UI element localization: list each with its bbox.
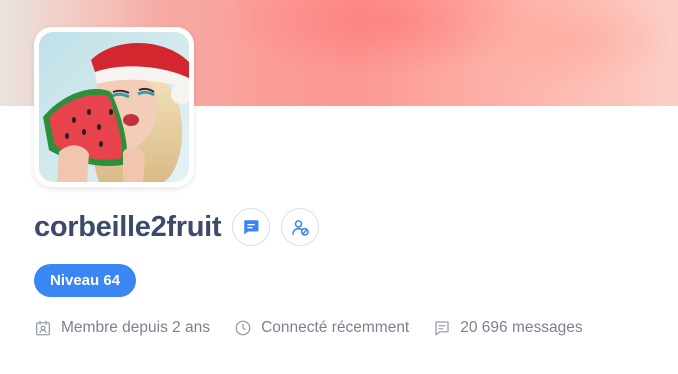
block-user-button[interactable]	[281, 208, 320, 246]
stat-messages: 20 696 messages	[433, 319, 583, 337]
profile-header: corbeille2fruit Niveau 64 Membre depuis …	[0, 0, 678, 374]
name-row: corbeille2fruit	[34, 205, 320, 249]
stat-member-since: Membre depuis 2 ans	[34, 319, 210, 337]
chat-bubble-icon	[244, 220, 259, 235]
level-badge: Niveau 64	[34, 264, 137, 297]
profile-stats: Membre depuis 2 ans Connecté récemment 2…	[34, 317, 583, 339]
message-icon	[435, 321, 449, 336]
clock-icon	[235, 320, 251, 336]
last-seen-text: Connecté récemment	[261, 319, 410, 336]
send-message-button[interactable]	[232, 208, 271, 246]
avatar[interactable]	[39, 32, 189, 182]
stat-last-seen: Connecté récemment	[234, 319, 409, 337]
username: corbeille2fruit	[34, 211, 222, 243]
user-block-icon	[292, 219, 309, 236]
member-since-text: Membre depuis 2 ans	[61, 319, 211, 336]
avatar-frame	[34, 27, 194, 187]
messages-count-text: 20 696 messages	[460, 319, 583, 336]
calendar-user-icon	[35, 320, 51, 336]
